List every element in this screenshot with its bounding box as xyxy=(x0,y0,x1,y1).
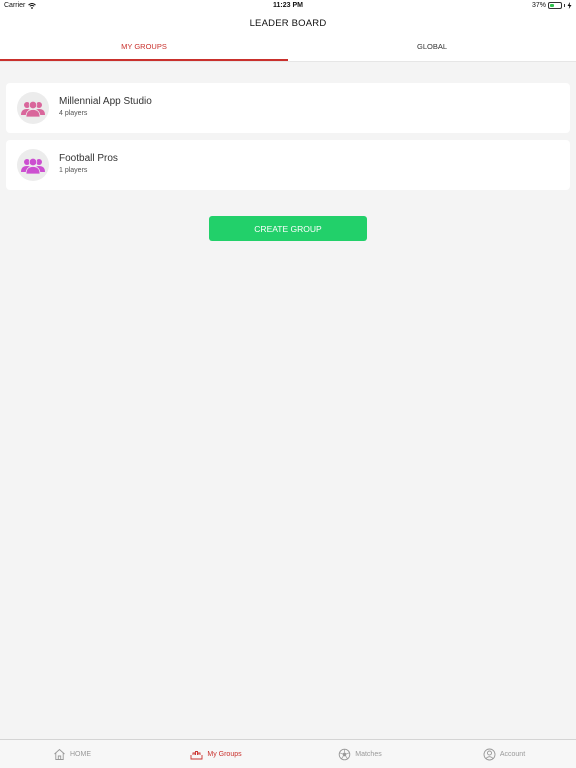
bottom-tab-bar: HOME My Groups Matches Account xyxy=(0,739,576,768)
battery-percent: 37% xyxy=(531,2,546,9)
group-card-football-pros[interactable]: Football Pros 1 players xyxy=(6,140,570,190)
group-people-icon xyxy=(21,100,45,117)
tab-bar-item-home[interactable]: HOME xyxy=(0,740,144,768)
page-title: LEADER BOARD xyxy=(0,13,576,35)
group-people-icon xyxy=(21,157,45,174)
tab-bar-label: My Groups xyxy=(207,750,242,758)
group-player-count: 1 players xyxy=(59,167,88,174)
home-icon xyxy=(54,748,65,760)
tab-bar-label: Matches xyxy=(355,750,382,758)
group-player-count: 4 players xyxy=(59,110,88,117)
tab-global[interactable]: GLOBAL xyxy=(288,35,576,61)
create-group-button[interactable]: CREATE GROUP xyxy=(209,216,367,241)
tab-my-groups[interactable]: MY GROUPS xyxy=(0,35,288,61)
charging-icon xyxy=(567,2,572,9)
tab-bar-label: HOME xyxy=(70,750,91,758)
groups-icon xyxy=(190,750,203,759)
soccer-ball-icon xyxy=(339,748,351,760)
tab-bar-item-my-groups[interactable]: My Groups xyxy=(144,740,288,768)
battery-tip xyxy=(564,4,565,7)
group-name: Football Pros xyxy=(59,153,118,164)
status-time: 11:23 PM xyxy=(273,2,303,9)
group-card-millennial-app-studio[interactable]: Millennial App Studio 4 players xyxy=(6,83,570,133)
group-name: Millennial App Studio xyxy=(59,96,152,107)
status-bar: Carrier 11:23 PM 37% xyxy=(0,0,576,13)
account-icon xyxy=(483,748,496,760)
group-avatar xyxy=(17,92,49,124)
segment-tabs: MY GROUPS GLOBAL xyxy=(0,35,576,62)
tab-bar-label: Account xyxy=(499,750,526,758)
battery-status: 37% xyxy=(532,2,572,9)
tab-bar-item-account[interactable]: Account xyxy=(432,740,576,768)
tab-bar-item-matches[interactable]: Matches xyxy=(288,740,432,768)
group-avatar xyxy=(17,149,49,181)
battery-icon xyxy=(548,2,562,9)
